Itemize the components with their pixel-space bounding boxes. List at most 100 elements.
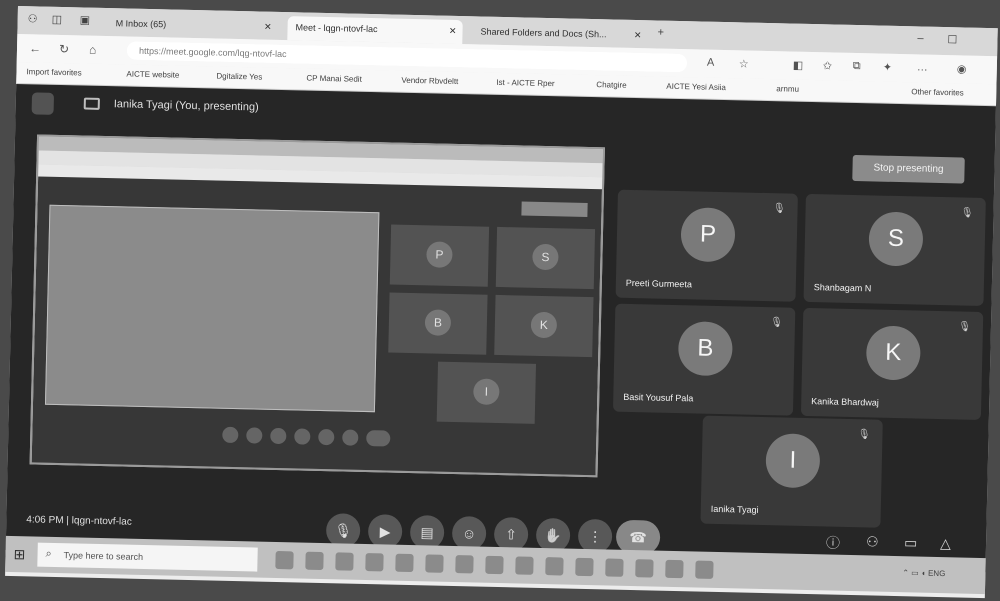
tab-actions-icon[interactable]: ▣ [80,13,91,26]
app-icon[interactable] [425,554,444,573]
participant-tile[interactable]: 🎙︎ P Preeti Gurmeeta [615,189,798,302]
task-view-icon[interactable] [275,550,294,570]
bookmark-item[interactable]: arnmu [776,84,799,94]
minimize-icon[interactable]: – [917,32,923,44]
shared-control [366,430,391,447]
shared-avatar: K [530,311,558,339]
app-icon[interactable] [515,556,534,575]
meet-logo [31,92,55,115]
clock-time: 4:06 PM [26,514,64,527]
meeting-code: lqgn-ntovf-lac [71,515,132,528]
participant-name: Basit Yousuf Pala [623,391,694,404]
bookmark-item[interactable]: Chatgire [596,80,626,90]
activities-icon[interactable]: △ [940,535,951,552]
app-icon[interactable] [665,559,684,579]
favorite-icon[interactable]: ☆ [739,57,749,70]
bookmark-item[interactable]: Dgitalize Yes [216,72,262,82]
app-icon[interactable] [455,555,474,574]
monitor-screen: ⚇ ◫ ▣ M Inbox (65) ✕ Meet - lqgn-ntovf-la… [5,6,998,599]
bookmark-item[interactable]: CP Manai Sedit [306,74,362,84]
edge-copilot-icon[interactable]: ◉ [957,62,967,75]
shared-avatar: S [532,243,559,271]
tab-label: M Inbox (65) [115,18,167,30]
avatar: B [677,321,734,377]
edge-icon[interactable] [365,553,384,572]
url-text: https://meet.google.com/lqg-ntovf-lac [138,45,287,60]
shared-nested-screen [44,204,380,413]
chat-icon[interactable]: ▭ [904,534,918,551]
close-icon[interactable]: ✕ [449,26,457,37]
stop-presenting-button[interactable]: Stop presenting [852,154,965,184]
maximize-icon[interactable]: ☐ [947,33,957,46]
participant-tile[interactable]: 🎙︎ B Basit Yousuf Pala [612,303,796,416]
participant-tile[interactable]: 🎙︎ S Shanbagam N [803,193,986,306]
participant-name: Kanika Bhardwaj [811,396,879,408]
windows-start-icon[interactable]: ⊞ [13,546,25,563]
app-icon[interactable] [545,557,564,576]
home-icon[interactable]: ⌂ [89,43,97,57]
shared-tile: B [388,292,488,355]
mic-off-icon: 🎙︎ [960,207,974,219]
close-icon[interactable]: ✕ [634,30,642,41]
app-icon[interactable] [605,558,624,577]
app-icon[interactable] [395,553,414,573]
collections-icon[interactable]: ◫ [52,13,63,26]
file-explorer-icon[interactable] [335,552,354,571]
participant-name: Shanbagam N [813,282,872,294]
read-aloud-icon[interactable]: A [707,57,715,69]
system-tray[interactable]: ⌃ ▭ ◖ ENG [902,568,945,578]
taskbar-search-input[interactable]: ⌕ Type here to search [37,542,258,572]
favorites-icon[interactable]: ✩ [823,59,833,72]
back-icon[interactable]: ← [29,41,41,55]
chrome-icon[interactable] [305,551,324,571]
meet-window: Ianika Tyagi (You, presenting) Stop pres… [5,83,996,573]
present-screen-icon [83,97,100,110]
people-icon[interactable]: ⚇ [866,533,879,550]
tab-label: Shared Folders and Docs (Sh... [480,26,607,40]
shared-control [246,427,263,444]
refresh-icon[interactable]: ↻ [59,42,69,56]
shared-tile: I [436,361,537,424]
app-icon[interactable] [485,555,504,575]
bookmark-item[interactable]: Ist - AICTE Rper [496,78,554,88]
shared-tile: P [389,224,490,287]
shared-screen-view: P S B K I [29,134,605,478]
extensions-icon[interactable]: ✦ [883,61,893,74]
profile-icon[interactable]: ⚇ [28,12,38,25]
shared-control [318,428,335,446]
participant-tile[interactable]: 🎙︎ K Kanika Bhardwaj [800,307,984,420]
tab-label: Meet - lqgn-ntovf-lac [295,22,378,35]
app-icon[interactable] [695,560,714,579]
avatar: S [868,211,924,267]
participant-name: Preeti Gurmeeta [625,277,693,290]
shared-control [294,428,311,445]
mic-off-icon: 🎙︎ [772,203,786,215]
info-icon[interactable]: ⓘ [826,532,840,552]
presenter-label: Ianika Tyagi (You, presenting) [113,98,259,114]
search-icon: ⌕ [45,547,52,560]
bookmark-item[interactable]: AICTE Yesi Asiia [666,82,726,92]
shared-control [270,427,287,445]
search-placeholder: Type here to search [63,550,144,562]
bookmark-item[interactable]: Vendor Rbvdeltt [401,76,458,86]
split-screen-icon[interactable]: ◧ [793,59,804,72]
mic-off-icon: 🎙︎ [770,317,784,329]
app-icon[interactable] [575,557,594,577]
new-tab-icon[interactable]: + [657,27,664,39]
app-icon[interactable] [635,559,654,578]
bookmark-item[interactable]: AICTE website [126,69,179,79]
menu-icon[interactable]: … [917,61,928,73]
shared-control [222,426,239,444]
close-icon[interactable]: ✕ [264,22,272,33]
shared-meet-view: P S B K I [31,176,602,478]
shared-stop-button [521,201,588,217]
shared-avatar: B [424,309,452,336]
bookmark-item[interactable]: Other favorites [911,87,964,97]
collections-icon[interactable]: ⧉ [853,60,861,73]
avatar: K [865,325,921,381]
photo-frame: ⚇ ◫ ▣ M Inbox (65) ✕ Meet - lqgn-ntovf-la… [0,0,1000,601]
shared-avatar: P [426,241,453,268]
shared-control [342,429,359,446]
bookmark-item[interactable]: Import favorites [26,67,81,77]
shared-avatar: I [473,378,500,406]
